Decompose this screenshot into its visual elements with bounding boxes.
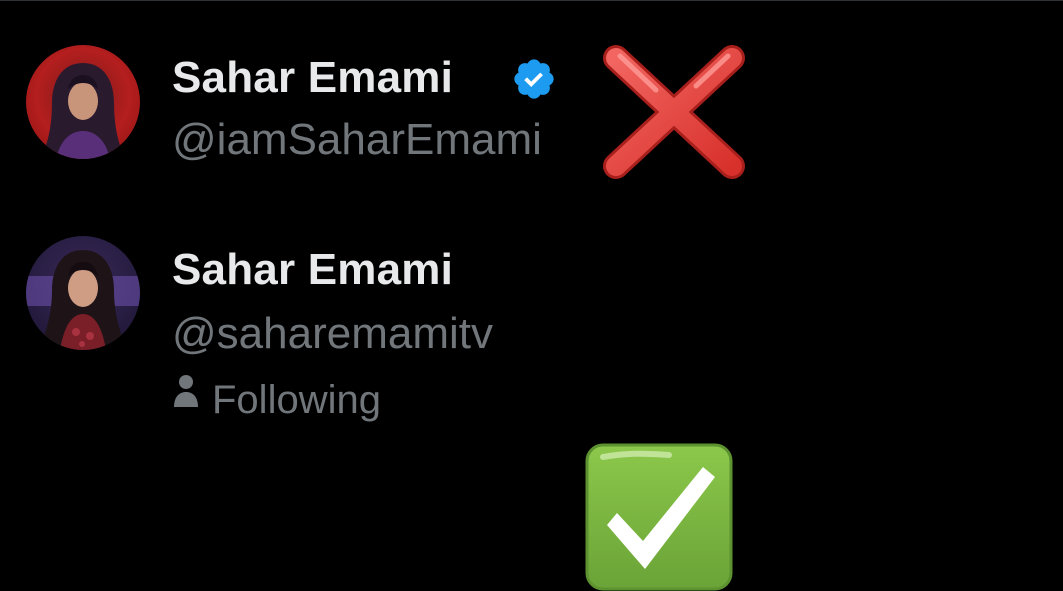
avatar-photo-icon — [40, 63, 126, 159]
following-label: Following — [212, 378, 381, 422]
display-name[interactable]: Sahar Emami — [172, 244, 453, 296]
cross-mark-icon — [603, 45, 745, 179]
display-name[interactable]: Sahar Emami — [172, 52, 453, 104]
verified-badge-icon[interactable] — [511, 56, 557, 102]
avatar-photo-icon — [26, 250, 140, 350]
check-mark-button-icon — [585, 443, 733, 591]
avatar[interactable] — [26, 45, 140, 159]
handle[interactable]: @saharemamitv — [172, 308, 493, 360]
person-icon — [174, 375, 198, 407]
following-status: Following — [172, 372, 381, 428]
top-divider — [0, 0, 1063, 1]
avatar[interactable] — [26, 236, 140, 350]
handle[interactable]: @iamSaharEmami — [172, 114, 542, 166]
